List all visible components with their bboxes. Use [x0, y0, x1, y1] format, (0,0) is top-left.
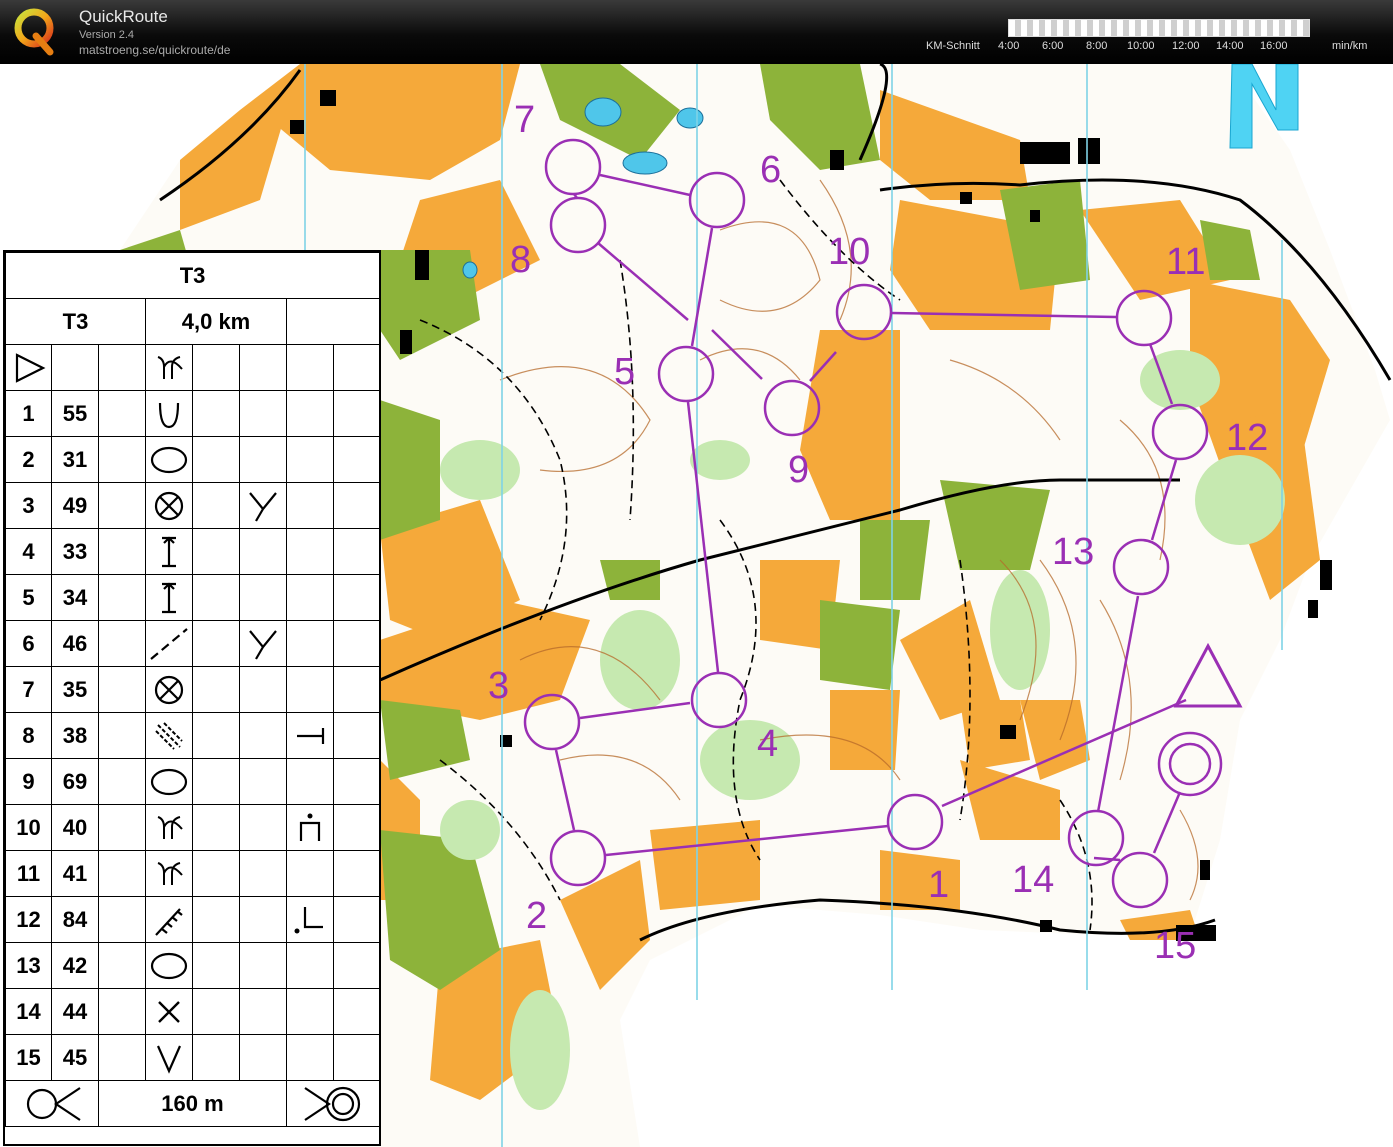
pace-tick: 12:00 — [1172, 40, 1200, 52]
control-label-15: 15 — [1154, 925, 1196, 967]
table-row: 15 45 — [5, 1034, 381, 1081]
table-row: 10 40 — [5, 804, 381, 851]
control-label-11: 11 — [1166, 241, 1205, 283]
table-row: 12 84 — [5, 896, 381, 943]
finish-distance: 160 m — [98, 1080, 287, 1127]
empty-cell — [285, 298, 381, 345]
row-code — [51, 344, 99, 391]
knoll-icon — [145, 758, 193, 805]
corner-icon — [286, 896, 334, 943]
control-description-sheet: T3 T3 4,0 km 1 55 2 31 3 49 4 33 5 34 6 … — [3, 250, 381, 1146]
table-row: 5 34 — [5, 574, 381, 621]
pace-unit: min/km — [1332, 40, 1368, 52]
pace-tick: 10:00 — [1127, 40, 1155, 52]
crossing-icon — [145, 482, 193, 529]
finish-circle-icon — [285, 1080, 381, 1127]
spur-icon — [145, 804, 193, 851]
earth-bank-icon — [145, 896, 193, 943]
spur-icon — [145, 344, 193, 391]
app-title: QuickRoute — [79, 7, 168, 26]
path-icon — [145, 620, 193, 667]
control-label-5: 5 — [614, 351, 635, 393]
v-depression-icon — [145, 1034, 193, 1081]
app-url: matstroeng.se/quickroute/de — [79, 43, 231, 57]
control-label-7: 7 — [514, 99, 535, 141]
control-label-1: 1 — [928, 864, 949, 906]
pace-tick: 4:00 — [998, 40, 1020, 52]
quickroute-logo-icon — [14, 8, 54, 56]
control-label-6: 6 — [760, 149, 781, 191]
pace-tick: 16:00 — [1260, 40, 1288, 52]
cross-icon — [145, 988, 193, 1035]
reentrant-icon — [145, 390, 193, 437]
app-header: QuickRoute Version 2.4 matstroeng.se/qui… — [0, 0, 1393, 64]
course-name: T3 — [5, 298, 146, 345]
tower-icon — [145, 574, 193, 621]
pace-tick: 8:00 — [1086, 40, 1108, 52]
knoll-icon — [145, 942, 193, 989]
junction-icon — [239, 482, 287, 529]
table-row: 2 31 — [5, 436, 381, 483]
sheet-title: T3 — [4, 252, 381, 299]
control-label-9: 9 — [788, 449, 809, 491]
table-row: 14 44 — [5, 988, 381, 1035]
knoll-icon — [145, 436, 193, 483]
crossing-icon — [145, 666, 193, 713]
foot-icon — [286, 712, 334, 759]
start-row — [5, 344, 381, 391]
control-label-14: 14 — [1012, 859, 1054, 901]
top-icon — [286, 804, 334, 851]
control-label-2: 2 — [526, 895, 547, 937]
table-row: 13 42 — [5, 942, 381, 989]
start-triangle-icon — [5, 344, 52, 391]
table-row: 7 35 — [5, 666, 381, 713]
control-label-3: 3 — [488, 665, 509, 707]
tower-icon — [145, 528, 193, 575]
pace-scale-label: KM-Schnitt — [926, 40, 980, 52]
table-row: 11 41 — [5, 850, 381, 897]
table-row: 4 33 — [5, 528, 381, 575]
table-row: 8 38 — [5, 712, 381, 759]
table-row: 1 55 — [5, 390, 381, 437]
finish-row: 160 m — [5, 1080, 381, 1127]
control-label-10: 10 — [828, 231, 870, 273]
control-label-8: 8 — [510, 239, 531, 281]
control-label-13: 13 — [1052, 531, 1094, 573]
app-version: Version 2.4 — [79, 29, 135, 41]
description-table: T3 T3 4,0 km 1 55 2 31 3 49 4 33 5 34 6 … — [4, 252, 381, 1127]
pace-color-scale — [1008, 19, 1310, 37]
control-label-4: 4 — [757, 723, 778, 765]
table-row: 6 46 — [5, 620, 381, 667]
control-label-12: 12 — [1226, 417, 1268, 459]
ditch-icon — [145, 712, 193, 759]
table-row: 9 69 — [5, 758, 381, 805]
spur-icon — [145, 850, 193, 897]
course-length: 4,0 km — [145, 298, 287, 345]
junction-icon — [239, 620, 287, 667]
pace-tick: 6:00 — [1042, 40, 1064, 52]
pace-tick: 14:00 — [1216, 40, 1244, 52]
table-row: 3 49 — [5, 482, 381, 529]
finish-start-icon — [5, 1080, 99, 1127]
